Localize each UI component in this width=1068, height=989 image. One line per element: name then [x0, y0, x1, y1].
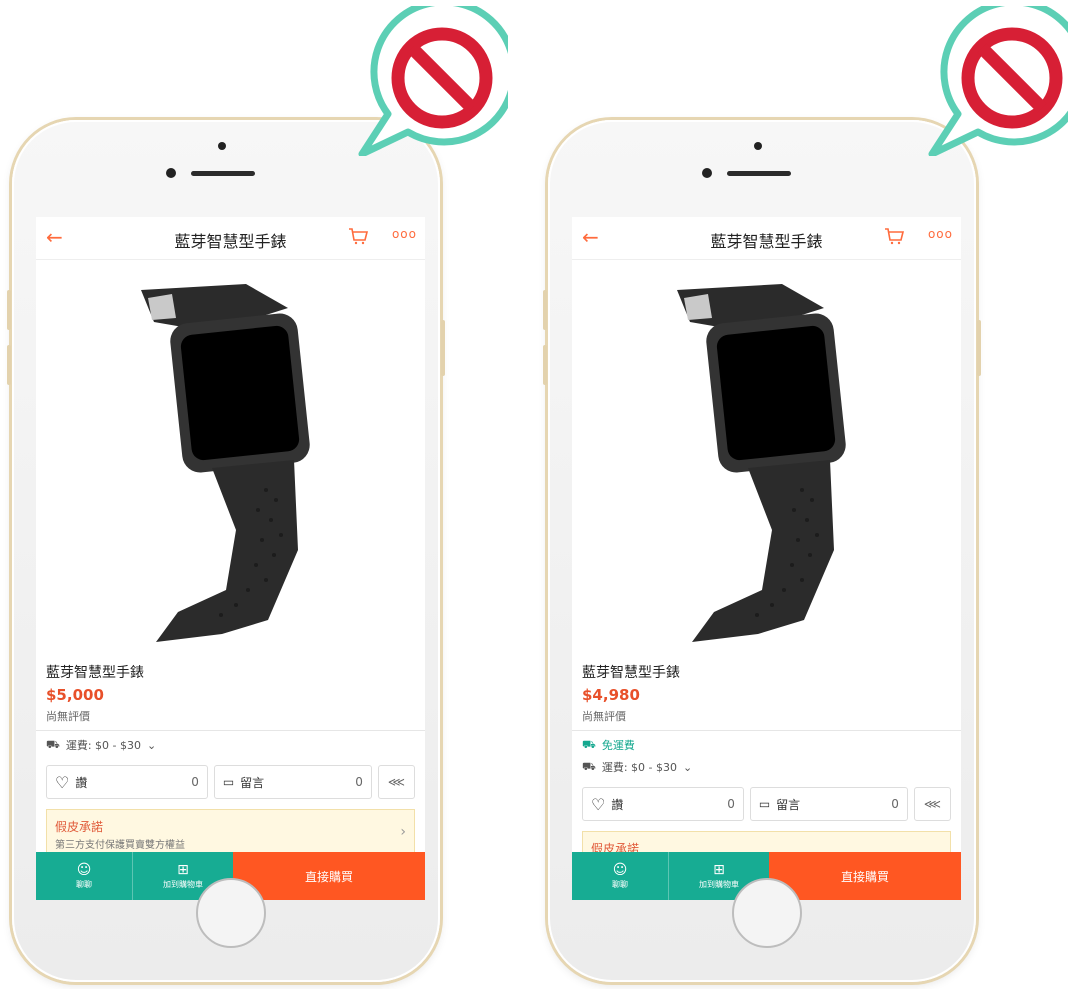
chat-icon: ☺ [612, 861, 628, 878]
free-shipping-text: 免運費 [601, 739, 635, 752]
share-button[interactable]: ⋘ [913, 787, 951, 821]
volume-button [543, 345, 547, 385]
buy-now-button[interactable]: 直接購買 [233, 852, 425, 900]
comment-count: 0 [355, 775, 363, 789]
social-actions: ♡ 讚 0 ▭ 留言 0 ⋘ [46, 765, 415, 799]
promise-label: 假皮承諾 [55, 820, 104, 834]
home-button[interactable] [196, 878, 266, 948]
share-button[interactable]: ⋘ [377, 765, 415, 799]
chat-icon: ☺ [76, 861, 92, 878]
prohibited-bubble-right [928, 6, 1068, 156]
heart-icon: ♡ [591, 794, 606, 814]
earpiece-speaker [191, 171, 255, 176]
cart-icon[interactable] [883, 225, 905, 247]
add-cart-icon: ⊞ [177, 861, 189, 878]
buy-now-label: 直接購買 [304, 869, 353, 884]
like-label: 讚 [75, 775, 88, 790]
phone-left: ← 藍芽智慧型手錶 ooo 藍芽智慧型手錶 $5,000 尚無評價 ⛟ 運費: … [7, 120, 445, 982]
like-label: 讚 [611, 797, 624, 812]
nav-bar: ← 藍芽智慧型手錶 ooo [572, 217, 961, 260]
app-screen: ← 藍芽智慧型手錶 ooo [36, 217, 425, 900]
rating-text: 尚無評價 [46, 710, 90, 723]
promise-subtext: 第三方支付保護買賣雙方權益 [55, 840, 185, 851]
buy-now-label: 直接購買 [840, 869, 889, 884]
front-camera [754, 142, 762, 150]
comment-button[interactable]: ▭ 留言 0 [213, 765, 372, 799]
volume-button [543, 290, 547, 330]
heart-icon: ♡ [55, 772, 70, 792]
product-price: $4,980 [582, 686, 640, 704]
add-cart-icon: ⊞ [713, 861, 725, 878]
power-button [977, 320, 981, 376]
social-actions: ♡ 讚 0 ▭ 留言 0 ⋘ [582, 787, 951, 821]
product-price: $5,000 [46, 686, 104, 704]
shipping-text: 運費: $0 - $30 [601, 761, 678, 774]
free-shipping-icon: ⛟ [582, 737, 596, 751]
more-options-icon[interactable]: ooo [392, 227, 417, 241]
earpiece-speaker [727, 171, 791, 176]
chat-button[interactable]: ☺ 聊聊 [572, 852, 669, 900]
share-icon: ⋘ [387, 775, 405, 789]
shipping-row[interactable]: ⛟ 運費: $0 - $30 ⌄ [572, 759, 961, 781]
comment-icon: ▭ [758, 797, 771, 811]
product-name: 藍芽智慧型手錶 [46, 665, 144, 681]
home-button[interactable] [732, 878, 802, 948]
truck-icon: ⛟ [582, 759, 596, 773]
chat-label: 聊聊 [612, 879, 628, 889]
add-cart-label: 加到購物車 [163, 879, 203, 889]
phone-right: ← 藍芽智慧型手錶 ooo 藍芽智慧型手錶 $4,980 尚無評價 ⛟ 免運費 … [543, 120, 981, 982]
like-count: 0 [191, 775, 199, 789]
product-image[interactable] [36, 260, 425, 660]
product-image[interactable] [572, 260, 961, 660]
chat-button[interactable]: ☺ 聊聊 [36, 852, 133, 900]
product-name: 藍芽智慧型手錶 [582, 665, 680, 681]
free-shipping-row: ⛟ 免運費 [572, 731, 961, 759]
nav-bar: ← 藍芽智慧型手錶 ooo [36, 217, 425, 260]
shipping-text: 運費: $0 - $30 [65, 739, 142, 752]
add-cart-label: 加到購物車 [699, 879, 739, 889]
volume-button [7, 290, 11, 330]
chat-label: 聊聊 [76, 879, 92, 889]
front-camera [218, 142, 226, 150]
comment-label: 留言 [240, 775, 265, 790]
prohibited-bubble-left [358, 6, 508, 156]
more-options-icon[interactable]: ooo [928, 227, 953, 241]
truck-icon: ⛟ [46, 737, 60, 751]
comment-button[interactable]: ▭ 留言 0 [749, 787, 908, 821]
chevron-right-icon: › [400, 824, 406, 840]
like-button[interactable]: ♡ 讚 0 [582, 787, 744, 821]
comment-count: 0 [891, 797, 899, 811]
rating-text: 尚無評價 [582, 710, 626, 723]
comment-icon: ▭ [222, 775, 235, 789]
power-button [441, 320, 445, 376]
like-button[interactable]: ♡ 讚 0 [46, 765, 208, 799]
chevron-down-icon: ⌄ [683, 760, 693, 774]
like-count: 0 [727, 797, 735, 811]
shipping-row[interactable]: ⛟ 運費: $0 - $30 ⌄ [36, 731, 425, 759]
volume-button [7, 345, 11, 385]
app-screen: ← 藍芽智慧型手錶 ooo [572, 217, 961, 900]
buy-now-button[interactable]: 直接購買 [769, 852, 961, 900]
chevron-down-icon: ⌄ [147, 738, 157, 752]
share-icon: ⋘ [923, 797, 941, 811]
comment-label: 留言 [776, 797, 801, 812]
sensor [702, 168, 712, 178]
cart-icon[interactable] [347, 225, 369, 247]
sensor [166, 168, 176, 178]
